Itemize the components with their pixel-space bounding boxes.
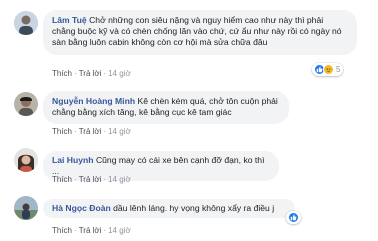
comment-author[interactable]: Lâm Tuệ — [52, 15, 87, 25]
comment-time[interactable]: 14 giờ — [108, 175, 131, 184]
avatar[interactable] — [14, 92, 38, 116]
comment-time[interactable]: 14 giờ — [108, 127, 131, 136]
comment-bubble: Hà Ngọc Đoàn dầu lênh láng. hy vọng khôn… — [43, 199, 295, 219]
comment-text: dầu lênh láng. hy vọng không xẩy ra điều… — [113, 203, 275, 213]
comment-actions: Thích · Trả lời · 14 giờ — [52, 127, 131, 136]
comment-actions: Thích · Trả lời · 14 giờ — [52, 226, 131, 235]
avatar[interactable] — [14, 148, 38, 172]
reply-link[interactable]: Trả lời — [79, 127, 102, 136]
reaction-summary[interactable] — [286, 211, 301, 224]
like-link[interactable]: Thích — [52, 127, 72, 136]
like-reaction-icon — [288, 212, 299, 223]
comment-actions: Thích · Trả lời · 14 giờ — [52, 175, 131, 184]
comment-author[interactable]: Hà Ngọc Đoàn — [52, 203, 111, 213]
reply-link[interactable]: Trả lời — [79, 226, 102, 235]
like-link[interactable]: Thích — [52, 175, 72, 184]
comment-time[interactable]: 14 giờ — [108, 226, 131, 235]
comment-text: Chở những con siêu nặng và nguy hiểm cao… — [52, 15, 342, 48]
avatar[interactable] — [14, 196, 38, 220]
reaction-count: 5 — [336, 65, 341, 74]
comment-time[interactable]: 14 giờ — [108, 69, 131, 78]
reaction-summary[interactable]: 5 — [312, 63, 344, 76]
angry-reaction-icon — [323, 64, 334, 75]
reply-link[interactable]: Trả lời — [79, 175, 102, 184]
comment-author[interactable]: Nguyễn Hoàng Minh — [52, 96, 135, 106]
comment-bubble: Lâm Tuệ Chở những con siêu nặng và nguy … — [43, 10, 357, 55]
reply-link[interactable]: Trả lời — [79, 69, 102, 78]
like-link[interactable]: Thích — [52, 226, 72, 235]
comment-author[interactable]: Lai Huynh — [52, 155, 94, 165]
comment-bubble: Nguyễn Hoàng Minh Kê chèn kém quá, chở t… — [43, 91, 289, 125]
comment-actions: Thích · Trả lời · 14 giờ — [52, 69, 131, 78]
like-link[interactable]: Thích — [52, 69, 72, 78]
avatar[interactable] — [14, 11, 38, 35]
